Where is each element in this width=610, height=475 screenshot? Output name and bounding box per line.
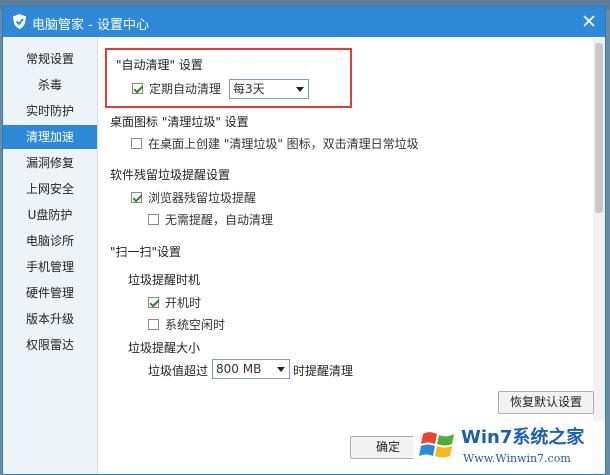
watermark-brand: Win7系统之家 [461, 427, 585, 448]
settings-sidebar: 常规设置 杀毒 实时防护 清理加速 漏洞修复 上网安全 U盘防护 电脑诊所 手机… [3, 37, 98, 474]
title-bar: 电脑管家 - 设置中心 [3, 7, 605, 37]
desktop-icon-heading: 桌面图标 "清理垃圾" 设置 [110, 115, 249, 129]
sidebar-item-cleanup-speedup[interactable]: 清理加速 [3, 125, 97, 149]
sidebar-item-phone-management[interactable]: 手机管理 [3, 255, 97, 279]
scan-heading: "扫一扫"设置 [110, 245, 182, 259]
sidebar-item-general[interactable]: 常规设置 [3, 47, 97, 71]
no-remind-option[interactable]: 无需提醒，自动清理 [148, 212, 308, 228]
browser-residual-option[interactable]: 浏览器残留垃圾提醒 [131, 190, 291, 206]
sidebar-item-hardware-management[interactable]: 硬件管理 [3, 281, 97, 305]
desktop-icon-checkbox[interactable] [131, 138, 142, 149]
auto-clean-heading: "自动清理" 设置 [116, 58, 203, 72]
idle-reminder-option[interactable]: 系统空闲时 [148, 317, 248, 333]
close-icon[interactable] [579, 11, 599, 31]
watermark-url: Www.Winwin7.com [463, 452, 571, 465]
chevron-down-icon [296, 87, 304, 92]
reminder-size-heading: 垃圾提醒大小 [128, 341, 201, 355]
scrollbar-thumb[interactable] [595, 43, 603, 213]
idle-reminder-label: 系统空闲时 [165, 318, 226, 332]
auto-clean-label: 定期自动清理 [149, 82, 222, 96]
browser-residual-checkbox[interactable] [131, 192, 142, 203]
reminder-timing-heading: 垃圾提醒时机 [128, 273, 201, 287]
size-threshold-select[interactable]: 800 MB [212, 359, 290, 379]
window-title: 电脑管家 - 设置中心 [32, 18, 149, 33]
sidebar-item-web-security[interactable]: 上网安全 [3, 177, 97, 201]
sidebar-item-realtime-protection[interactable]: 实时防护 [3, 99, 97, 123]
sidebar-item-permission-radar[interactable]: 权限雷达 [3, 333, 97, 357]
windows-flag-icon [419, 432, 454, 458]
auto-clean-checkbox[interactable] [132, 83, 143, 94]
sidebar-item-vulnerability-fix[interactable]: 漏洞修复 [3, 151, 97, 175]
browser-residual-label: 浏览器残留垃圾提醒 [148, 191, 257, 205]
boot-reminder-option[interactable]: 开机时 [148, 295, 228, 311]
sidebar-item-pc-clinic[interactable]: 电脑诊所 [3, 229, 97, 253]
auto-clean-option[interactable]: 定期自动清理 [132, 81, 232, 97]
size-threshold-value: 800 MB [216, 362, 262, 376]
no-remind-label: 无需提醒，自动清理 [165, 213, 274, 227]
sidebar-item-version-upgrade[interactable]: 版本升级 [3, 307, 97, 331]
desktop-icon-option[interactable]: 在桌面上创建 "清理垃圾" 图标，双击清理日常垃圾 [131, 136, 451, 152]
pc-manager-shield-icon [13, 14, 26, 29]
boot-reminder-label: 开机时 [165, 296, 202, 310]
content-scrollbar[interactable] [593, 37, 605, 474]
sidebar-item-antivirus[interactable]: 杀毒 [3, 73, 97, 97]
desktop-icon-label: 在桌面上创建 "清理垃圾" 图标，双击清理日常垃圾 [148, 137, 419, 151]
chevron-down-icon [277, 367, 285, 372]
boot-reminder-checkbox[interactable] [148, 297, 159, 308]
residual-heading: 软件残留垃圾提醒设置 [110, 168, 231, 182]
size-threshold-prefix: 垃圾值超过 [148, 364, 209, 378]
clean-interval-value: 每3天 [233, 82, 265, 96]
site-watermark: Win7系统之家 Www.Winwin7.com [413, 421, 605, 473]
size-threshold-suffix: 时提醒清理 [293, 364, 354, 378]
no-remind-checkbox[interactable] [148, 214, 159, 225]
clean-interval-select[interactable]: 每3天 [229, 79, 309, 99]
sidebar-item-usb-protection[interactable]: U盘防护 [3, 203, 97, 227]
restore-defaults-button[interactable]: 恢复默认设置 [498, 391, 594, 414]
idle-reminder-checkbox[interactable] [148, 319, 159, 330]
